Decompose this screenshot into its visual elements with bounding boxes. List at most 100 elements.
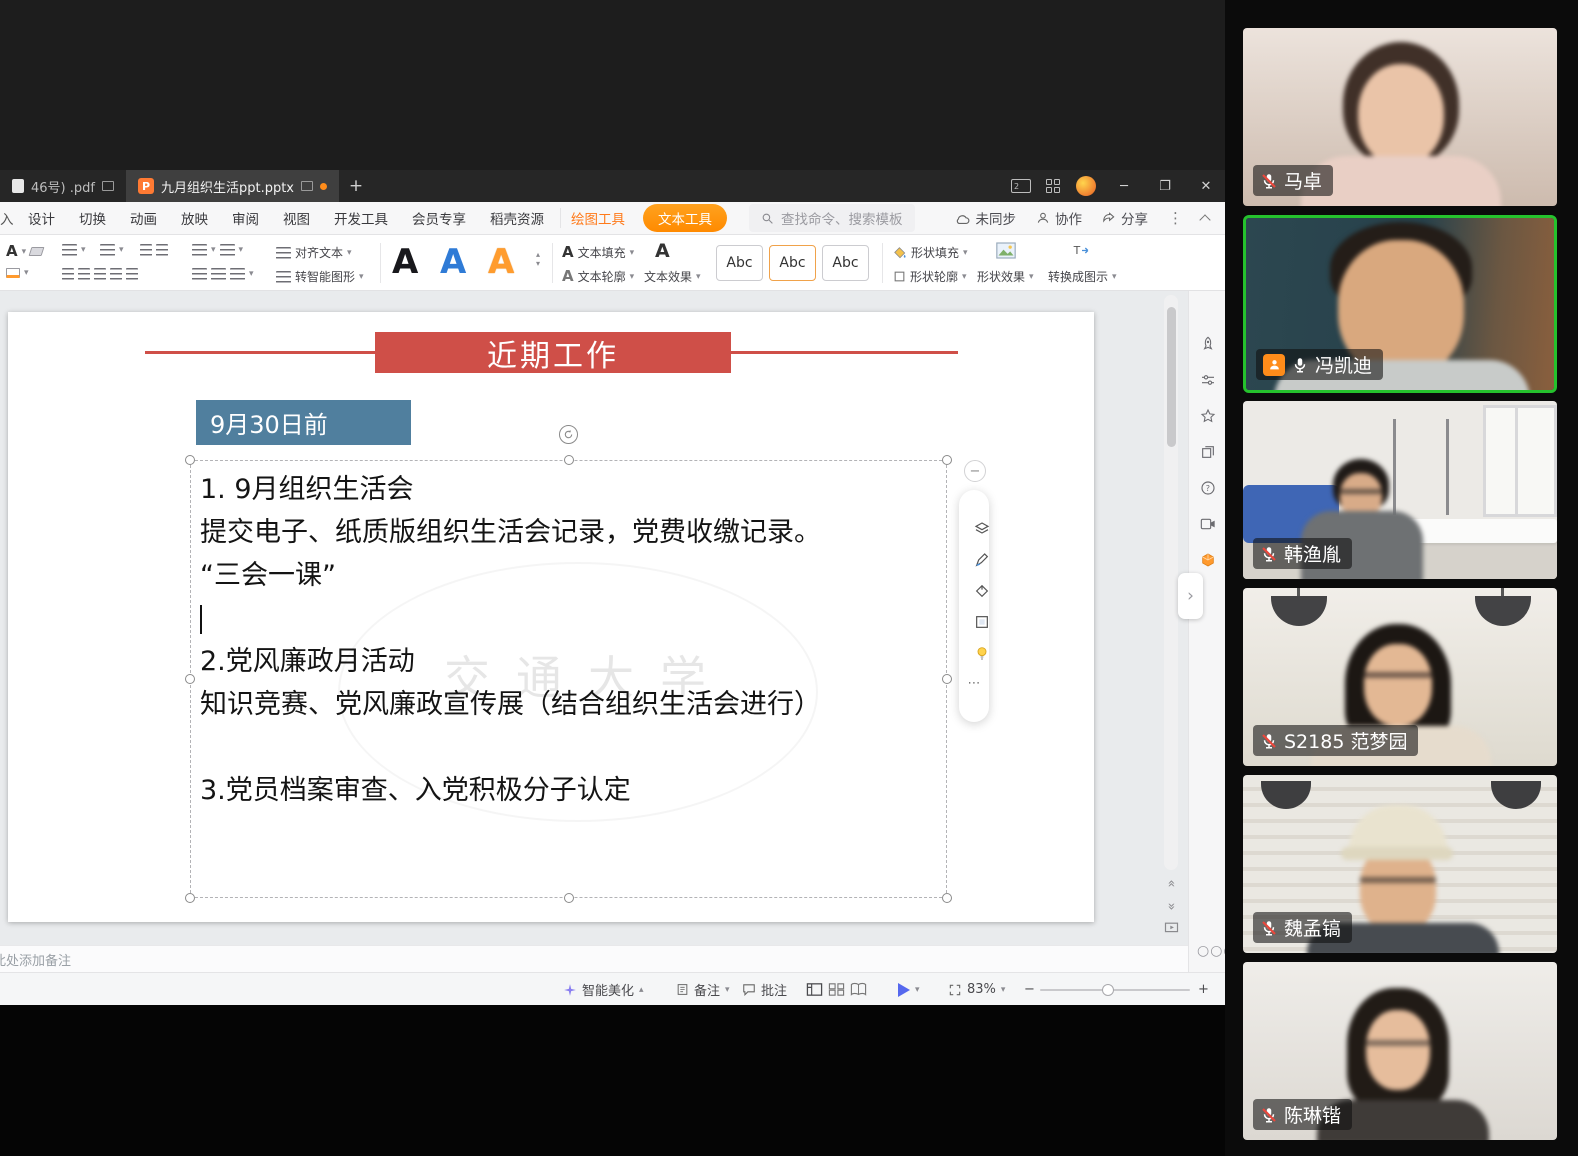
text-effect-icon-area[interactable]: A [655,242,670,261]
menu-resources[interactable]: 稻壳资源 [478,208,556,228]
menu-member[interactable]: 会员专享 [400,208,478,228]
smart-beautify-button[interactable]: 智能美化▴ [563,973,644,1006]
normal-view-icon[interactable] [806,982,823,997]
menu-review[interactable]: 审阅 [220,208,271,228]
handle-top-left[interactable] [185,455,195,465]
help-icon[interactable]: ? [1199,479,1216,496]
handle-top-center[interactable] [564,455,574,465]
date-label-box[interactable]: 9月30日前 [196,400,411,445]
shape-effect-dropdown[interactable]: 形状效果▾ [977,268,1034,285]
copy-pages-icon[interactable] [1199,443,1216,460]
rotation-handle[interactable] [559,425,578,444]
expand-panel-chevron[interactable]: › [1178,573,1203,619]
menu-devtools[interactable]: 开发工具 [322,208,400,228]
wordart-style-orange[interactable]: A [488,245,514,279]
menu-drawing-tools[interactable]: 绘图工具 [560,208,635,228]
handle-mid-right[interactable] [942,674,952,684]
participant-tile-active-speaker[interactable]: 冯凯迪 [1243,215,1557,393]
float-collapse-button[interactable]: − [964,460,986,482]
new-tab-button[interactable]: + [339,170,373,202]
wordart-style-black[interactable]: A [392,245,418,279]
menu-view[interactable]: 视图 [271,208,322,228]
text-preset-3[interactable]: Abc [822,245,869,281]
screen-record-icon[interactable] [1199,515,1216,532]
handle-bottom-right[interactable] [942,893,952,903]
numbered-list-tool[interactable]: ▾ [100,244,124,256]
handle-bottom-left[interactable] [185,893,195,903]
wordart-scroll-arrows[interactable]: ▴▾ [536,251,540,269]
participant-tile[interactable]: 陈琳锴 [1243,962,1557,1140]
menu-text-tools-active[interactable]: 文本工具 [643,204,727,232]
convert-diagram-icon-area[interactable]: T [1072,242,1092,259]
menu-animation[interactable]: 动画 [118,208,169,228]
sync-status-button[interactable]: 未同步 [948,208,1023,228]
zoom-slider[interactable] [1040,973,1190,1006]
workspace-grid-icon[interactable] [1046,179,1061,194]
participant-tile[interactable]: S2185 范梦园 [1243,588,1557,766]
zoom-fit-control[interactable]: 83%▾ [948,973,1005,1006]
menu-design[interactable]: 设计 [16,208,67,228]
text-fill-dropdown[interactable]: A文本填充▾ [562,244,634,261]
minimize-button[interactable]: ─ [1111,179,1137,194]
handle-top-right[interactable] [942,455,952,465]
zoom-in-button[interactable]: + [1198,973,1209,1006]
menu-item-partial[interactable]: 入 [0,208,16,228]
shape-effect-icon-area[interactable] [996,242,1016,259]
tab-active-presentation[interactable]: P 九月组织生活ppt.pptx [126,170,339,202]
vertical-scrollbar[interactable] [1164,295,1178,870]
slide-title-banner[interactable]: 近期工作 [375,332,731,373]
slide[interactable]: 交通大学 近期工作 9月30日前 1 [8,312,1094,922]
comment-button[interactable]: 批注 [742,973,787,1006]
smart-graphic-dropdown[interactable]: 转智能图形▾ [276,268,364,285]
highlight-tool[interactable]: ▾ [6,268,29,278]
participant-tile[interactable]: 韩渔胤 [1243,401,1557,579]
convert-diagram-dropdown[interactable]: 转换成图示▾ [1048,268,1117,285]
previous-slide-button[interactable]: « [1164,880,1179,888]
notes-toggle-button[interactable]: 备注▾ [676,973,730,1006]
text-preset-2-selected[interactable]: Abc [769,245,816,281]
text-effect-dropdown[interactable]: 文本效果▾ [644,268,701,285]
font-size-tool[interactable]: A▾ [6,244,43,259]
participant-tile[interactable]: 魏孟镐 [1243,775,1557,953]
reading-view-icon[interactable] [850,982,867,997]
bullet-list-tool[interactable]: ▾ [62,244,86,256]
mini-slideshow-icon[interactable] [1164,922,1179,934]
align-text-dropdown[interactable]: 对齐文本▾ [276,244,352,261]
text-direction-tool[interactable]: ▾▾ [192,244,243,256]
slide-sorter-view-icon[interactable] [828,982,845,997]
menu-transition[interactable]: 切换 [67,208,118,228]
favorites-star-icon[interactable] [1199,407,1216,424]
command-search[interactable]: 查找命令、搜索模板 [749,204,915,232]
tab-pin-icon[interactable] [301,181,313,191]
line-spacing-tool[interactable]: ▾ [192,268,254,280]
participant-tile[interactable]: 马卓 [1243,28,1557,206]
share-button[interactable]: 分享 [1096,208,1154,228]
zoom-slider-thumb[interactable] [1102,984,1114,996]
text-preset-1[interactable]: Abc [716,245,763,281]
collapse-ribbon-icon[interactable] [1199,214,1210,225]
close-button[interactable]: ✕ [1193,179,1219,194]
quick-access-rocket-icon[interactable] [1199,335,1216,352]
scrollbar-thumb[interactable] [1167,307,1176,447]
slide-body-textbox[interactable]: 1. 9月组织生活会 提交电子、纸质版组织生活会记录，党费收缴记录。 “三会一课… [200,468,821,812]
zoom-out-button[interactable]: − [1024,973,1035,1006]
handle-mid-left[interactable] [185,674,195,684]
shape-outline-dropdown[interactable]: 形状轮廓▾ [893,268,967,285]
tab-pdf-document[interactable]: 46号) .pdf [0,170,126,202]
align-buttons[interactable] [62,268,138,280]
notes-bar[interactable]: 此处添加备注 [0,945,1188,972]
menu-slideshow[interactable]: 放映 [169,208,220,228]
wordart-style-blue[interactable]: A [440,245,466,279]
next-slide-button[interactable]: » [1164,903,1179,911]
more-menu-icon[interactable]: ⋮ [1162,209,1189,227]
account-avatar[interactable] [1076,176,1096,196]
shape-fill-dropdown[interactable]: 形状填充▾ [893,244,968,261]
handle-bottom-center[interactable] [564,893,574,903]
properties-sliders-icon[interactable] [1199,371,1216,388]
play-slideshow-button[interactable]: ▾ [898,973,920,1006]
collaborate-button[interactable]: 协作 [1030,208,1088,228]
text-outline-dropdown[interactable]: A文本轮廓▾ [562,268,634,285]
restore-button[interactable]: ❐ [1152,179,1178,194]
more-options-icon[interactable]: ⋯ [968,676,981,691]
indent-decrease-icon[interactable] [140,244,168,256]
